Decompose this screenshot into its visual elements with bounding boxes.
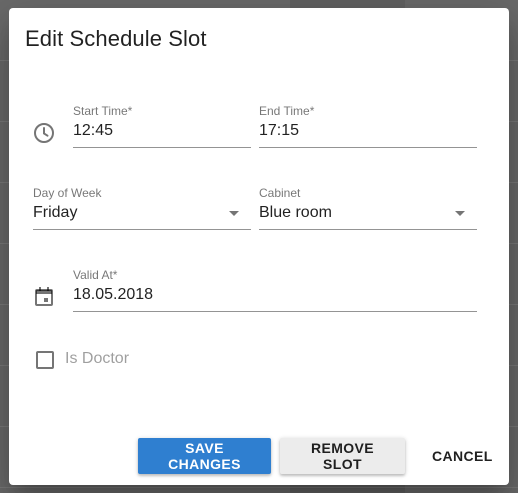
calendar-icon[interactable]: [32, 285, 56, 309]
start-time-value[interactable]: 12:45: [73, 122, 113, 140]
cabinet-underline: [259, 229, 477, 230]
valid-at-underline: [73, 311, 477, 312]
cabinet-select[interactable]: Cabinet Blue room: [259, 186, 477, 230]
day-of-week-underline: [33, 229, 251, 230]
valid-at-label: Valid At*: [73, 268, 118, 282]
end-time-label: End Time*: [259, 104, 315, 118]
day-of-week-select[interactable]: Day of Week Friday: [33, 186, 251, 230]
remove-slot-button[interactable]: REMOVE SLOT: [280, 438, 405, 474]
chevron-down-icon[interactable]: [455, 211, 465, 216]
end-time-field[interactable]: End Time* 17:15: [259, 104, 477, 148]
cancel-button[interactable]: CANCEL: [416, 438, 496, 474]
cabinet-label: Cabinet: [259, 186, 301, 200]
start-time-field[interactable]: Start Time* 12:45: [73, 104, 251, 148]
day-of-week-label: Day of Week: [33, 186, 102, 200]
day-of-week-value[interactable]: Friday: [33, 204, 77, 222]
dialog-title: Edit Schedule Slot: [25, 26, 207, 51]
clock-icon: [32, 121, 56, 145]
is-doctor-checkbox[interactable]: [36, 351, 54, 369]
valid-at-field[interactable]: Valid At* 18.05.2018: [73, 268, 477, 312]
start-time-label: Start Time*: [73, 104, 133, 118]
end-time-value[interactable]: 17:15: [259, 122, 299, 140]
valid-at-value[interactable]: 18.05.2018: [73, 286, 153, 304]
save-changes-button[interactable]: SAVE CHANGES: [138, 438, 271, 474]
is-doctor-label: Is Doctor: [65, 350, 130, 367]
start-time-underline: [73, 147, 251, 148]
cabinet-value[interactable]: Blue room: [259, 204, 332, 222]
edit-schedule-slot-dialog: Edit Schedule Slot Start Time* 12:45 End…: [9, 8, 509, 485]
chevron-down-icon[interactable]: [229, 211, 239, 216]
end-time-underline: [259, 147, 477, 148]
